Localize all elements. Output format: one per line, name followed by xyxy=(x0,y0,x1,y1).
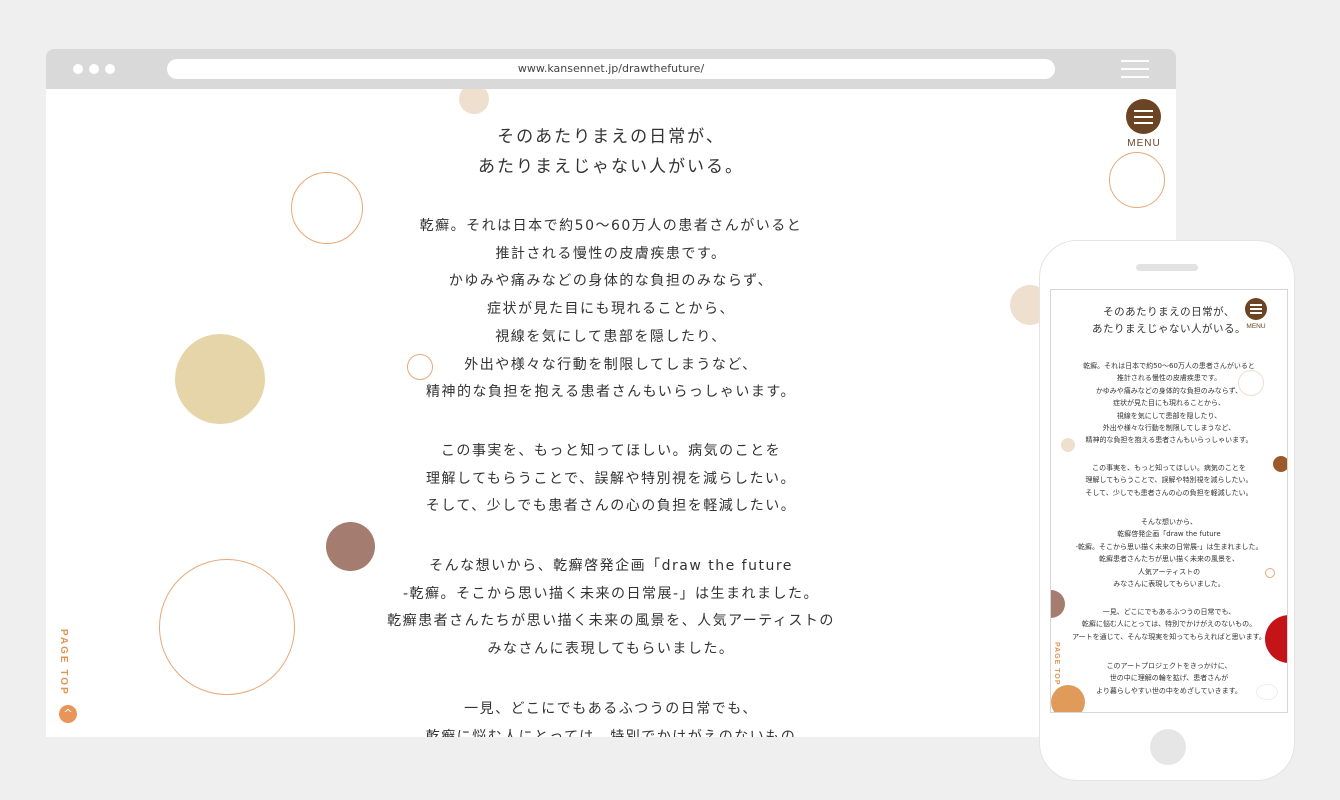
decorative-circle xyxy=(459,89,489,114)
desktop-browser-mockup: www.kansennet.jp/drawthefuture/ そのあたりまえの… xyxy=(46,49,1176,737)
page-viewport: そのあたりまえの日常が、 あたりまえじゃない人がいる。 乾癬。それは日本で約50… xyxy=(46,89,1176,737)
menu-button[interactable] xyxy=(1126,99,1161,134)
window-dot-icon xyxy=(73,64,83,74)
paragraph-everyday: 一見、どこにでもあるふつうの日常でも、 乾癬に悩む人にとっては、特別でかけがえの… xyxy=(425,701,797,737)
mobile-paragraph-project: そんな想いから、 乾癬啓発企画「draw the future -乾癬。そこから… xyxy=(1075,518,1263,589)
mobile-paragraph-everyday: 一見、どこにでもあるふつうの日常でも、 乾癬に悩む人にとっては、特別でかけがえの… xyxy=(1072,608,1266,641)
mobile-paragraph-intro: 乾癬。それは日本で約50〜60万人の患者さんがいると 推計される慢性の皮膚疾患で… xyxy=(1083,362,1255,445)
mobile-menu-label[interactable]: MENU xyxy=(1241,323,1271,330)
paragraph-intro: 乾癬。それは日本で約50〜60万人の患者さんがいると 推計される慢性の皮膚疾患で… xyxy=(419,218,803,401)
window-dot-icon xyxy=(105,64,115,74)
mobile-paragraph-future: このアートプロジェクトをきっかけに、 世の中に理解の輪を拡げ、患者さんが より暮… xyxy=(1096,662,1242,695)
window-dot-icon xyxy=(89,64,99,74)
mobile-paragraph-purpose: この事実を、もっと知ってほしい。病気のことを 理解してもらうことで、誤解や特別視… xyxy=(1085,464,1253,497)
menu-label[interactable]: MENU xyxy=(1118,138,1170,149)
browser-toolbar: www.kansennet.jp/drawthefuture/ xyxy=(46,49,1176,89)
mobile-menu-button[interactable] xyxy=(1245,298,1267,320)
browser-hamburger-icon[interactable] xyxy=(1121,60,1149,78)
page-heading: そのあたりまえの日常が、 あたりまえじゃない人がいる。 xyxy=(478,127,744,177)
mobile-page-top-link[interactable]: PAGE TOP xyxy=(1053,642,1060,686)
mobile-screen: そのあたりまえの日常が、 あたりまえじゃない人がいる。 乾癬。それは日本で約50… xyxy=(1050,289,1288,713)
phone-speaker xyxy=(1136,264,1198,271)
mobile-phone-mockup: そのあたりまえの日常が、 あたりまえじゃない人がいる。 乾癬。それは日本で約50… xyxy=(1039,240,1295,781)
paragraph-project: そんな想いから、乾癬啓発企画「draw the future -乾癬。そこから思… xyxy=(387,558,835,658)
phone-home-button xyxy=(1150,729,1186,765)
url-bar[interactable]: www.kansennet.jp/drawthefuture/ xyxy=(167,59,1055,79)
paragraph-purpose: この事実を、もっと知ってほしい。病気のことを 理解してもらうことで、誤解や特別視… xyxy=(425,443,797,515)
page-top-arrow-icon[interactable]: ^ xyxy=(59,705,77,723)
page-top-link[interactable]: PAGE TOP xyxy=(58,629,69,696)
